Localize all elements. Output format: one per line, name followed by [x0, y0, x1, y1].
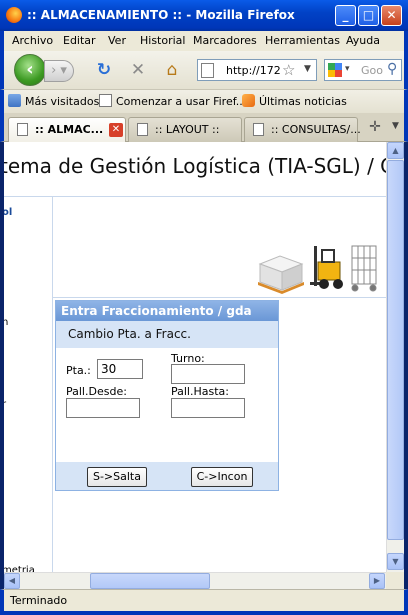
search-engine-dropdown-icon[interactable]: ▾	[345, 64, 350, 74]
pall-desde-input[interactable]	[66, 398, 140, 418]
scroll-left-arrow-icon[interactable]: ◀	[4, 573, 20, 589]
tab-consultas[interactable]: :: CONSULTAS/...	[244, 117, 361, 142]
forklift-icon	[310, 246, 343, 289]
menu-bar: Archivo Editar Ver Historial Marcadores …	[0, 31, 408, 51]
search-box[interactable]: ▾ Goo ⚲	[324, 59, 402, 81]
header-divider	[4, 196, 386, 197]
bookmark-label: Más visitados	[25, 95, 100, 108]
rss-icon	[242, 94, 255, 107]
warehouse-illustration	[258, 245, 377, 294]
close-tab-icon[interactable]: ✕	[109, 123, 123, 137]
bookmarks-toolbar: Más visitados Comenzar a usar Firef... Ú…	[0, 89, 408, 113]
incon-button[interactable]: C->Incon	[191, 467, 253, 487]
search-icon[interactable]: ⚲	[387, 61, 397, 77]
page-icon	[17, 123, 28, 136]
address-url: http://172	[226, 64, 281, 77]
tab-layout[interactable]: :: LAYOUT ::	[128, 117, 242, 142]
bookmark-getting-started[interactable]: Comenzar a usar Firef...	[99, 94, 246, 108]
page-icon	[253, 123, 264, 136]
pall-hasta-input[interactable]	[171, 398, 245, 418]
pta-label: Pta.:	[66, 364, 91, 377]
scroll-up-arrow-icon[interactable]: ▲	[387, 142, 404, 159]
dialog-footer: S->Salta C->Incon	[56, 462, 278, 490]
horizontal-scroll-thumb[interactable]	[90, 573, 210, 589]
left-menu-item[interactable]: ol	[4, 207, 12, 218]
tab-label: :: CONSULTAS/...	[271, 123, 361, 136]
bookmark-most-visited[interactable]: Más visitados	[8, 94, 99, 108]
folder-icon	[8, 94, 21, 107]
forward-button[interactable]: › ▾	[44, 60, 74, 82]
bookmark-label: Comenzar a usar Firef...	[116, 95, 247, 108]
horizontal-scrollbar[interactable]: ◀ ▶	[4, 572, 386, 589]
menu-editar[interactable]: Editar	[63, 34, 96, 47]
bookmark-star-icon[interactable]: ☆	[282, 61, 295, 79]
menu-ayuda[interactable]: Ayuda	[346, 34, 380, 47]
menu-ver[interactable]: Ver	[108, 34, 126, 47]
home-icon[interactable]: ⌂	[162, 60, 182, 80]
menu-herramientas[interactable]: Herramientas	[265, 34, 340, 47]
pall-hasta-label: Pall.Hasta:	[171, 385, 229, 398]
list-tabs-dropdown-icon[interactable]: ▼	[392, 121, 399, 131]
dialog-title: Entra Fraccionamiento / gda	[56, 301, 278, 321]
reload-icon[interactable]: ↻	[94, 60, 114, 80]
status-bar: Terminado	[0, 589, 408, 615]
dialog-subtitle: Cambio Pta. a Fracc.	[56, 321, 278, 348]
fraccionamiento-dialog: Entra Fraccionamiento / gda Cambio Pta. …	[55, 300, 279, 491]
window-title-bar: :: ALMACENAMIENTO :: - Mozilla Firefox _…	[0, 0, 408, 31]
close-window-button[interactable]: ✕	[381, 5, 402, 26]
tab-label: :: LAYOUT ::	[155, 123, 220, 136]
tab-label: :: ALMAC...	[35, 123, 104, 136]
pta-input[interactable]	[97, 359, 143, 379]
new-tab-icon[interactable]: ✛	[366, 119, 384, 137]
menu-marcadores[interactable]: Marcadores	[193, 34, 257, 47]
page-title: tema de Gestión Logística (TIA-SGL) / C	[4, 154, 386, 178]
bookmark-label: Últimas noticias	[259, 95, 347, 108]
left-menu-item[interactable]: n	[4, 317, 8, 328]
back-button[interactable]: ‹	[14, 54, 46, 86]
firefox-logo-icon	[6, 7, 22, 23]
scroll-down-arrow-icon[interactable]: ▼	[387, 553, 404, 570]
address-dropdown-icon[interactable]: ▼	[304, 64, 311, 74]
page-icon	[137, 123, 148, 136]
cage-cart-icon	[351, 245, 377, 292]
page-icon	[201, 63, 214, 78]
vertical-scroll-thumb[interactable]	[387, 160, 404, 540]
salta-button[interactable]: S->Salta	[87, 467, 147, 487]
address-bar[interactable]: http://172 ☆ ▼	[197, 59, 317, 81]
turno-input[interactable]	[171, 364, 245, 384]
bookmark-latest-news[interactable]: Últimas noticias	[242, 94, 347, 108]
scrollbar-corner	[386, 572, 404, 589]
tab-almacenamiento[interactable]: :: ALMAC... ✕	[8, 117, 126, 143]
navigation-toolbar: ‹ › ▾ ↻ ✕ ⌂ http://172 ☆ ▼ ▾ Goo ⚲	[0, 51, 408, 89]
window-title: :: ALMACENAMIENTO :: - Mozilla Firefox	[27, 8, 295, 22]
scroll-right-arrow-icon[interactable]: ▶	[369, 573, 385, 589]
menu-historial[interactable]: Historial	[140, 34, 185, 47]
minimize-button[interactable]: _	[335, 5, 356, 26]
maximize-button[interactable]: □	[358, 5, 379, 26]
vertical-scrollbar[interactable]: ▲ ▼	[386, 142, 404, 572]
tab-bar: :: ALMAC... ✕ :: LAYOUT :: :: CONSULTAS/…	[0, 113, 408, 143]
left-menu-item[interactable]: r	[4, 399, 6, 410]
page-icon	[99, 94, 112, 107]
status-text: Terminado	[10, 594, 68, 607]
pallet-box-icon	[258, 255, 304, 294]
stop-icon[interactable]: ✕	[128, 60, 148, 80]
pall-desde-label: Pall.Desde:	[66, 385, 127, 398]
left-menu-item[interactable]: metria	[4, 565, 35, 572]
search-input[interactable]: Goo	[361, 64, 383, 77]
google-icon	[328, 63, 342, 77]
content-divider	[53, 297, 386, 298]
left-menu: ol n r metria	[4, 197, 53, 572]
menu-archivo[interactable]: Archivo	[12, 34, 53, 47]
page-content: tema de Gestión Logística (TIA-SGL) / C …	[4, 142, 386, 572]
